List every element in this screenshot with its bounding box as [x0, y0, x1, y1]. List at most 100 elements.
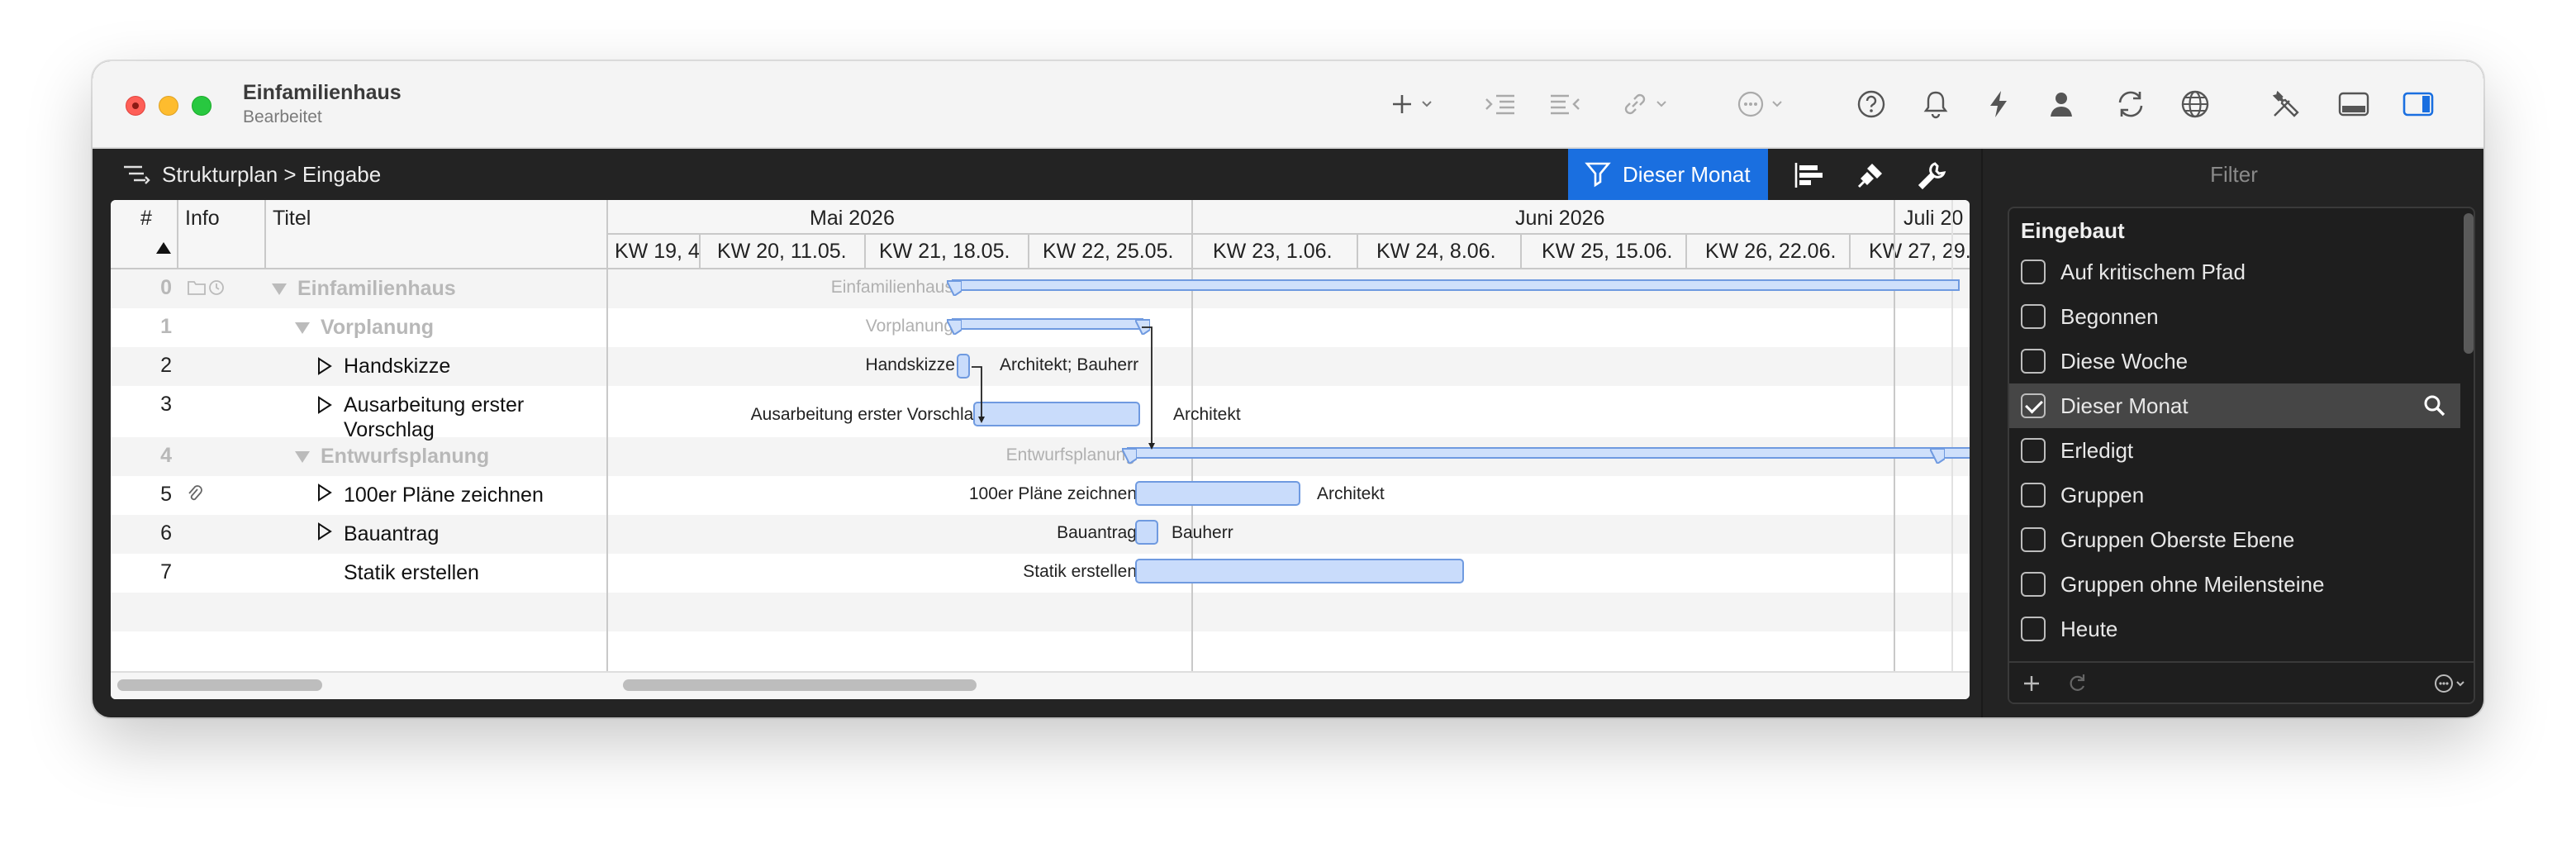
help-button[interactable] — [1851, 83, 1892, 126]
styles-button[interactable] — [1854, 159, 1887, 192]
month-july: Juli 20 — [1903, 207, 1964, 230]
sync-button[interactable] — [2110, 83, 2151, 126]
task-title-line-1[interactable]: Ausarbeitung erster — [344, 393, 524, 417]
task-title[interactable]: Vorplanung — [321, 315, 434, 340]
column-header-info[interactable]: Info — [185, 207, 220, 231]
row-number: 5 — [160, 483, 172, 506]
gantt-scrollbar-thumb[interactable] — [623, 679, 977, 691]
wrench-icon — [1918, 162, 1946, 190]
add-filter-icon[interactable] — [2021, 673, 2042, 694]
add-button[interactable] — [1378, 83, 1444, 126]
indent-button[interactable] — [1480, 83, 1522, 126]
filter-item[interactable]: Heute — [2009, 607, 2460, 651]
actions-button[interactable] — [1978, 83, 2019, 126]
header-divider — [606, 233, 1970, 235]
row-number: 3 — [160, 393, 172, 416]
month-may: Mai 2026 — [810, 207, 895, 230]
tools-icon — [2272, 90, 2299, 117]
close-window-button[interactable] — [126, 96, 145, 116]
checkbox-checked[interactable] — [2021, 393, 2046, 418]
checkbox[interactable] — [2021, 483, 2046, 507]
sidebar-icon — [2403, 92, 2434, 117]
chevron-down-icon — [1772, 101, 1782, 107]
filter-item[interactable]: Gruppen ohne Meilensteine — [2009, 562, 2460, 607]
task-title[interactable]: Bauantrag — [344, 522, 439, 546]
filter-item[interactable]: Begonnen — [2009, 294, 2460, 339]
horizontal-scrollbar-track — [111, 671, 1970, 699]
table-row[interactable] — [111, 593, 1970, 631]
task-title[interactable]: Einfamilienhaus — [297, 276, 456, 301]
gantt-label: Ausarbeitung erster Vorschlag — [750, 405, 983, 424]
checkbox[interactable] — [2021, 304, 2046, 329]
filter-item-label: Diese Woche — [2060, 348, 2189, 374]
checkbox[interactable] — [2021, 260, 2046, 284]
filter-item[interactable]: Gruppen Oberste Ebene — [2009, 517, 2460, 562]
app-window: Einfamilienhaus Bearbeitet Strukturplan … — [93, 61, 2483, 717]
inspector-button[interactable] — [1915, 159, 1948, 192]
gantt-task-bar[interactable] — [1135, 520, 1158, 545]
link-button[interactable] — [1611, 83, 1677, 126]
gantt-summary-bar[interactable] — [1127, 447, 1970, 459]
column-divider — [264, 200, 266, 269]
window-subtitle: Bearbeitet — [243, 107, 322, 126]
outdent-button[interactable] — [1545, 83, 1586, 126]
filter-this-month-button[interactable]: Dieser Monat — [1568, 149, 1768, 200]
sidebar-toggle-button[interactable] — [2398, 83, 2439, 126]
dependency-arrows — [972, 326, 1155, 450]
refresh-icon[interactable] — [2067, 673, 2087, 694]
breadcrumb[interactable]: Strukturplan > Eingabe — [162, 162, 381, 188]
filter-list-scrollbar[interactable] — [2464, 213, 2474, 354]
bottom-panel-button[interactable] — [2333, 83, 2374, 126]
filter-item-selected[interactable]: Dieser Monat — [2009, 383, 2460, 428]
more-actions-button[interactable] — [1727, 83, 1793, 126]
filter-item[interactable]: Erledigt — [2009, 428, 2460, 473]
notifications-button[interactable] — [1915, 83, 1956, 126]
bell-icon — [1923, 91, 1948, 119]
chevron-down-icon — [1656, 101, 1666, 107]
disclosure-open-icon — [295, 322, 310, 334]
filter-item[interactable]: Auf kritischem Pfad — [2009, 250, 2460, 294]
checkbox[interactable] — [2021, 572, 2046, 597]
gantt-task-bar[interactable] — [1135, 559, 1464, 583]
tools-button[interactable] — [2265, 83, 2307, 126]
filter-item[interactable]: Gruppen — [2009, 473, 2460, 517]
month-divider — [1894, 200, 1895, 671]
row-number: 0 — [160, 276, 172, 299]
week-23: KW 23, 1.06. — [1213, 240, 1333, 263]
week-19: KW 19, 4 — [615, 240, 700, 263]
task-title[interactable]: Handskizze — [344, 354, 450, 379]
user-button[interactable] — [2041, 83, 2082, 126]
task-title[interactable]: 100er Pläne zeichnen — [344, 483, 544, 507]
column-header-number[interactable]: # — [140, 207, 152, 231]
table-row[interactable] — [111, 631, 1970, 670]
gantt-summary-bar[interactable] — [952, 279, 1960, 291]
gantt-label: Vorplanung — [865, 317, 953, 336]
task-title[interactable]: Entwurfsplanung — [321, 444, 489, 469]
chevron-down-icon — [1422, 101, 1432, 107]
zoom-window-button[interactable] — [192, 96, 211, 116]
filter-item[interactable]: Diese Woche — [2009, 339, 2460, 383]
week-divider — [1520, 235, 1522, 269]
checkbox[interactable] — [2021, 438, 2046, 463]
checkbox[interactable] — [2021, 527, 2046, 552]
gantt-task-bar[interactable] — [1135, 481, 1300, 506]
window-title: Einfamilienhaus — [243, 81, 402, 104]
minimize-window-button[interactable] — [159, 96, 178, 116]
gantt-label: Einfamilienhaus — [830, 278, 953, 297]
search-icon[interactable] — [2422, 393, 2447, 418]
table-scrollbar-thumb[interactable] — [117, 679, 322, 691]
week-25: KW 25, 15.06. — [1542, 240, 1673, 263]
publish-button[interactable] — [2174, 83, 2216, 126]
summary-start-cap — [947, 280, 962, 296]
gantt-view-button[interactable] — [1793, 159, 1826, 192]
outdent-icon — [1551, 94, 1580, 115]
checkbox[interactable] — [2021, 349, 2046, 374]
filter-item-label: Erledigt — [2060, 437, 2134, 463]
task-title-line-2[interactable]: Vorschlag — [344, 417, 435, 442]
ellipsis-circle-icon[interactable] — [2434, 673, 2467, 694]
week-divider — [1849, 235, 1851, 269]
filter-icon — [1585, 162, 1611, 188]
checkbox[interactable] — [2021, 617, 2046, 641]
column-header-title[interactable]: Titel — [273, 207, 311, 231]
task-title[interactable]: Statik erstellen — [344, 560, 479, 585]
